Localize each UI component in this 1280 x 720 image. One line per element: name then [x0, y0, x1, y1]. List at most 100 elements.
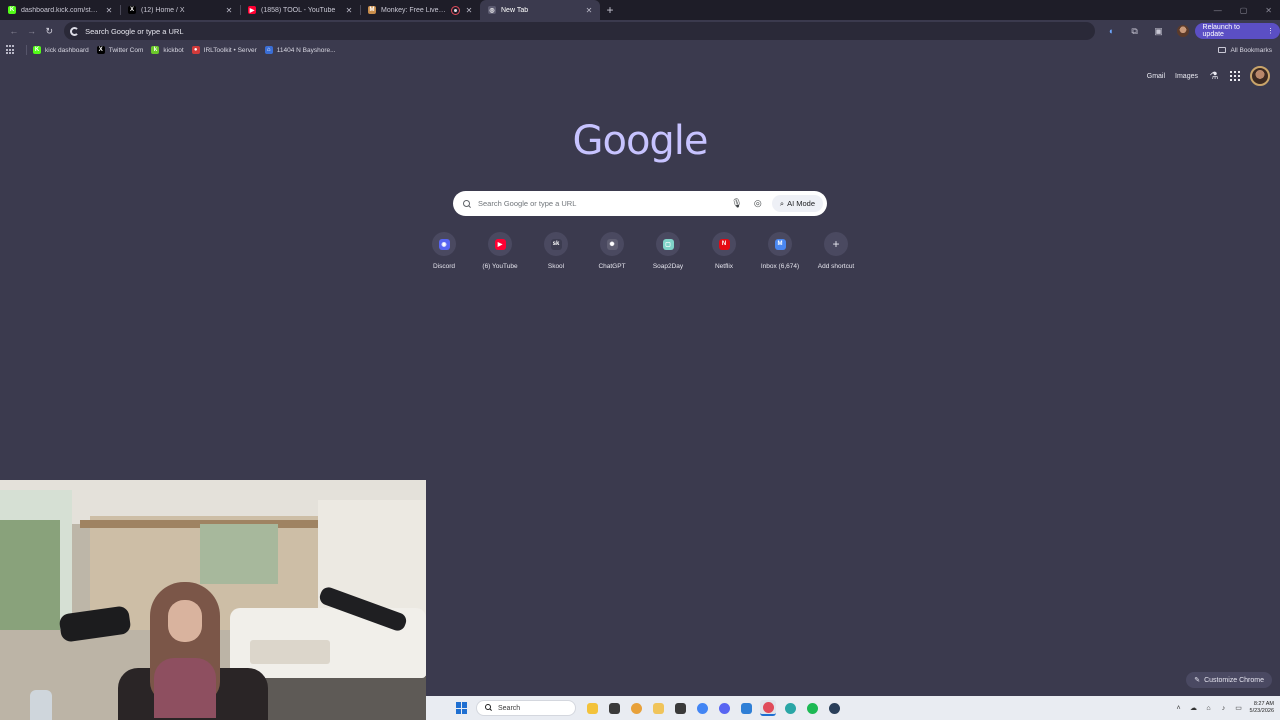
taskbar-app-obs-icon[interactable]	[672, 700, 688, 716]
taskbar-app-edge-icon[interactable]	[782, 700, 798, 716]
address-bar-text: Search Google or type a URL	[85, 26, 184, 36]
shortcut-label: Add shortcut	[817, 263, 855, 270]
reload-button[interactable]: ↻	[40, 22, 58, 40]
tab-favicon-icon: ◎	[488, 6, 496, 14]
tab-4[interactable]: ◎ New Tab ✕	[480, 0, 600, 20]
tray-icon[interactable]: ˄	[1175, 704, 1183, 712]
maximize-button[interactable]: ▢	[1240, 6, 1248, 15]
tray-icon[interactable]: ⌂	[1205, 704, 1213, 712]
system-clock[interactable]: 8:27 AM 5/23/2026	[1250, 701, 1274, 715]
webcam-glass-door	[200, 524, 278, 584]
shortcut-tile[interactable]: sk Skool	[528, 232, 584, 270]
minimize-button[interactable]: —	[1214, 6, 1222, 15]
profile-avatar	[1176, 25, 1189, 37]
shortcut-tile[interactable]: ✺ ChatGPT	[584, 232, 640, 270]
labs-flask-icon[interactable]: ⚗	[1208, 70, 1220, 82]
tab-1[interactable]: X (12) Home / X ✕	[120, 0, 240, 20]
apps-shortcut-icon[interactable]	[6, 45, 16, 55]
shortcut-label: Discord	[432, 263, 456, 270]
customize-chrome-label: Customize Chrome	[1204, 676, 1264, 684]
shortcut-favicon-icon: ▶	[494, 238, 506, 250]
webcam-coffee-table	[250, 640, 330, 664]
shortcut-tile[interactable]: M Inbox (6,674)	[752, 232, 808, 270]
extensions-icon[interactable]: ⧉	[1127, 23, 1143, 39]
taskbar-app-spotify-icon[interactable]	[804, 700, 820, 716]
taskbar-app-files-icon[interactable]	[650, 700, 666, 716]
shortcut-favicon-icon: N	[718, 238, 730, 250]
customize-chrome-button[interactable]: ✎ Customize Chrome	[1186, 672, 1272, 688]
tab-close-icon[interactable]: ✕	[224, 6, 234, 15]
tab-close-icon[interactable]: ✕	[344, 6, 354, 15]
shortcut-tiles: ◉ Discord ▶ (6) YouTube sk Skool ✺ ChatGPT ▢ Soap…	[416, 232, 864, 270]
relaunch-to-update-button[interactable]: Relaunch to update ⋮	[1194, 23, 1280, 39]
clock-date: 5/23/2026	[1249, 708, 1274, 714]
taskbar-pinned-apps	[584, 700, 842, 716]
ai-mode-button[interactable]: ⌕ AI Mode	[771, 195, 823, 212]
shortcut-label: Skool	[547, 263, 565, 270]
new-tab-button[interactable]: +	[600, 0, 620, 20]
shortcut-tile[interactable]: + Add shortcut	[808, 232, 864, 270]
bookmark-favicon-icon: K	[33, 46, 41, 54]
microphone-icon[interactable]: 🎙︎	[730, 197, 744, 211]
side-panel-icon[interactable]: ▣	[1151, 23, 1167, 39]
forward-button[interactable]: →	[23, 22, 41, 40]
shortcut-tile[interactable]: N Netflix	[696, 232, 752, 270]
google-apps-icon[interactable]	[1230, 71, 1240, 81]
account-avatar[interactable]	[1250, 66, 1270, 86]
taskbar-app-chrome-active-icon[interactable]	[760, 700, 776, 716]
bookmark-item[interactable]: X Twitter Com	[96, 46, 144, 54]
bookmark-favicon-icon: ●	[191, 46, 200, 54]
shortcut-tile[interactable]: ▶ (6) YouTube	[472, 232, 528, 270]
browser-toolbar: ← → ↻ Search Google or type a URL ◖ ⧉ ▣ …	[0, 20, 1280, 42]
profile-icon[interactable]	[1175, 23, 1191, 39]
ntp-top-links: Gmail Images ⚗	[1147, 66, 1270, 86]
shortcut-tile[interactable]: ◉ Discord	[416, 232, 472, 270]
bookmark-item[interactable]: ⌂ 11404 N Bayshore...	[264, 46, 336, 54]
tab-close-icon[interactable]: ✕	[584, 6, 594, 15]
taskbar-app-chrome-canary-icon[interactable]	[628, 700, 644, 716]
all-bookmarks-button[interactable]: All Bookmarks	[1218, 42, 1272, 58]
address-bar[interactable]: Search Google or type a URL	[64, 22, 1095, 40]
taskbar-search[interactable]: Search	[476, 700, 576, 716]
shortcut-icon-circle: +	[824, 232, 848, 256]
tab-close-icon[interactable]: ✕	[464, 6, 474, 15]
tab-2[interactable]: ▶ (1858) TOOL - YouTube ✕	[240, 0, 360, 20]
taskbar-app-chrome-icon[interactable]	[694, 700, 710, 716]
windows-start-icon[interactable]	[456, 702, 468, 714]
bookmark-item[interactable]: ● IRLToolkit • Server	[191, 46, 257, 54]
search-input[interactable]	[478, 193, 723, 214]
tab-3[interactable]: M Monkey: Free Live Video C ✕	[360, 0, 480, 20]
tab-strip: Kdashboard.kick.com/stream ✕ X (12) Home / …	[0, 0, 1280, 20]
bookmarks-bar: Kkick dashboard X Twitter Com k kickbot ● IRLT…	[0, 42, 1280, 58]
ntp-search-box[interactable]: 🎙︎ ◎ ⌕ AI Mode	[453, 191, 827, 216]
taskbar-app-discord-icon[interactable]	[716, 700, 732, 716]
tab-close-icon[interactable]: ✕	[104, 6, 114, 15]
taskbar-app-steam-icon[interactable]	[826, 700, 842, 716]
google-g-icon	[70, 26, 80, 36]
bookmark-item[interactable]: Kkick dashboard	[33, 46, 89, 54]
back-button[interactable]: ←	[5, 22, 23, 40]
taskbar-app-calculator-icon[interactable]	[738, 700, 754, 716]
shortcut-favicon-icon: M	[774, 238, 786, 250]
tray-icon[interactable]: ♪	[1220, 704, 1228, 712]
shortcut-label: Soap2Day	[652, 263, 684, 270]
images-link[interactable]: Images	[1175, 71, 1198, 82]
tray-icon[interactable]: ▭	[1235, 704, 1243, 712]
google-lens-icon[interactable]: ◎	[751, 197, 765, 211]
taskbar-app-task-view-icon[interactable]	[606, 700, 622, 716]
search-icon	[463, 199, 471, 208]
shortcut-tile[interactable]: ▢ Soap2Day	[640, 232, 696, 270]
toolbar-actions: ◖ ⧉ ▣	[1103, 23, 1191, 39]
tab-0[interactable]: Kdashboard.kick.com/stream ✕	[0, 0, 120, 20]
tab-title: (12) Home / X	[141, 6, 185, 14]
close-window-button[interactable]: ✕	[1265, 6, 1272, 15]
tray-icon[interactable]: ☁	[1190, 704, 1198, 712]
taskbar-app-file-explorer-icon[interactable]	[584, 700, 600, 716]
bookmark-favicon-icon: k	[151, 46, 160, 54]
voice-search-icon[interactable]: ◖	[1103, 23, 1119, 39]
bookmark-item[interactable]: k kickbot	[151, 46, 184, 54]
bookmark-label: Twitter Com	[108, 46, 144, 54]
shortcut-icon-circle: ▢	[656, 232, 680, 256]
gmail-link[interactable]: Gmail	[1147, 71, 1165, 82]
tab-favicon-icon: K	[8, 6, 16, 14]
